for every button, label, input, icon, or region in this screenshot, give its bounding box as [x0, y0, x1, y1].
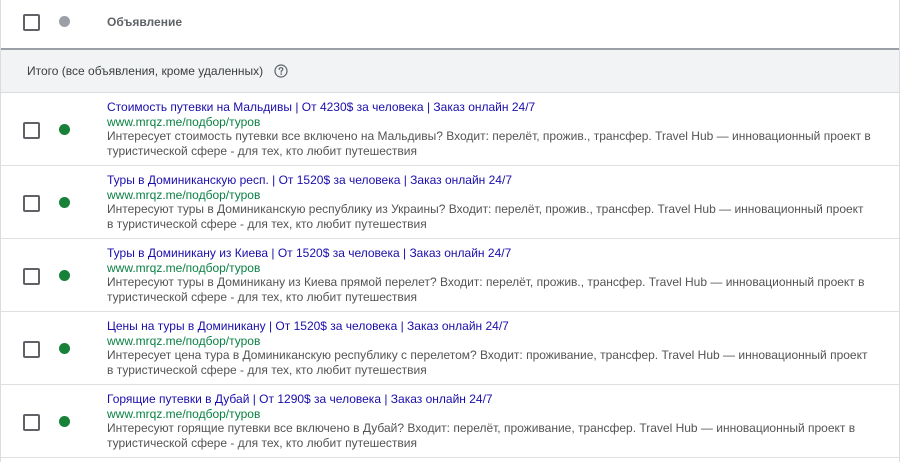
select-all-checkbox[interactable] [23, 14, 40, 31]
ad-headline[interactable]: Цены на туры в Доминикану | От 1520$ за … [107, 319, 871, 334]
status-enabled-icon[interactable] [59, 343, 70, 354]
total-label: Итого (все объявления, кроме удаленных) [27, 64, 264, 78]
table-header-row: Объявление [1, 0, 899, 50]
ad-preview: Туры в Доминикану из Киева | От 1520$ за… [107, 246, 871, 304]
ad-description: Интересуют горящие путевки все включено … [107, 421, 856, 450]
help-circle-icon[interactable] [274, 64, 288, 78]
table-row: Туры в Доминикану из Киева | От 1520$ за… [1, 239, 899, 312]
ad-description: Интересует стоимость путевки все включен… [107, 129, 871, 158]
ad-headline[interactable]: Горящие путевки в Дубай | От 1290$ за че… [107, 392, 871, 407]
row-checkbox[interactable] [23, 268, 40, 285]
ad-column-header[interactable]: Объявление [107, 15, 182, 29]
row-checkbox[interactable] [23, 195, 40, 212]
ad-preview: Стоимость путевки на Мальдивы | От 4230$… [107, 100, 871, 158]
ad-description: Интересуют туры в Доминикану из Киева пр… [107, 275, 865, 304]
ad-preview: Цены на туры в Доминикану | От 1520$ за … [107, 319, 871, 377]
table-row: Туры в Доминиканскую респ. | От 1520$ за… [1, 166, 899, 239]
status-column-dot-icon [59, 16, 70, 27]
ad-display-url: www.mrqz.me/подбор/туров [107, 114, 261, 129]
ads-table: Объявление Итого (все объявления, кроме … [0, 0, 900, 462]
total-row: Итого (все объявления, кроме удаленных) [1, 50, 899, 93]
ad-description: Интересует цена тура в Доминиканскую рес… [107, 348, 868, 377]
row-checkbox[interactable] [23, 414, 40, 431]
ad-headline[interactable]: Стоимость путевки на Мальдивы | От 4230$… [107, 100, 871, 115]
ad-preview: Горящие путевки в Дубай | От 1290$ за че… [107, 392, 871, 450]
ad-headline[interactable]: Туры в Доминиканскую респ. | От 1520$ за… [107, 173, 871, 188]
table-row: Стоимость путевки на Мальдивы | От 4230$… [1, 93, 899, 166]
ad-display-url: www.mrqz.me/подбор/туров [107, 187, 261, 202]
table-row: Горящие путевки в Дубай | От 1290$ за че… [1, 385, 899, 458]
ad-headline[interactable]: Туры в Доминикану из Киева | От 1520$ за… [107, 246, 871, 261]
row-checkbox[interactable] [23, 122, 40, 139]
ad-description: Интересуют туры в Доминиканскую республи… [107, 202, 864, 231]
status-enabled-icon[interactable] [59, 124, 70, 135]
table-row: Цены на туры в Доминикану | От 1520$ за … [1, 312, 899, 385]
ad-display-url: www.mrqz.me/подбор/туров [107, 406, 261, 421]
status-enabled-icon[interactable] [59, 197, 70, 208]
status-enabled-icon[interactable] [59, 416, 70, 427]
ad-preview: Туры в Доминиканскую респ. | От 1520$ за… [107, 173, 871, 231]
ad-display-url: www.mrqz.me/подбор/туров [107, 333, 261, 348]
ad-rows: Стоимость путевки на Мальдивы | От 4230$… [1, 93, 899, 458]
status-enabled-icon[interactable] [59, 270, 70, 281]
ad-display-url: www.mrqz.me/подбор/туров [107, 260, 261, 275]
row-checkbox[interactable] [23, 341, 40, 358]
